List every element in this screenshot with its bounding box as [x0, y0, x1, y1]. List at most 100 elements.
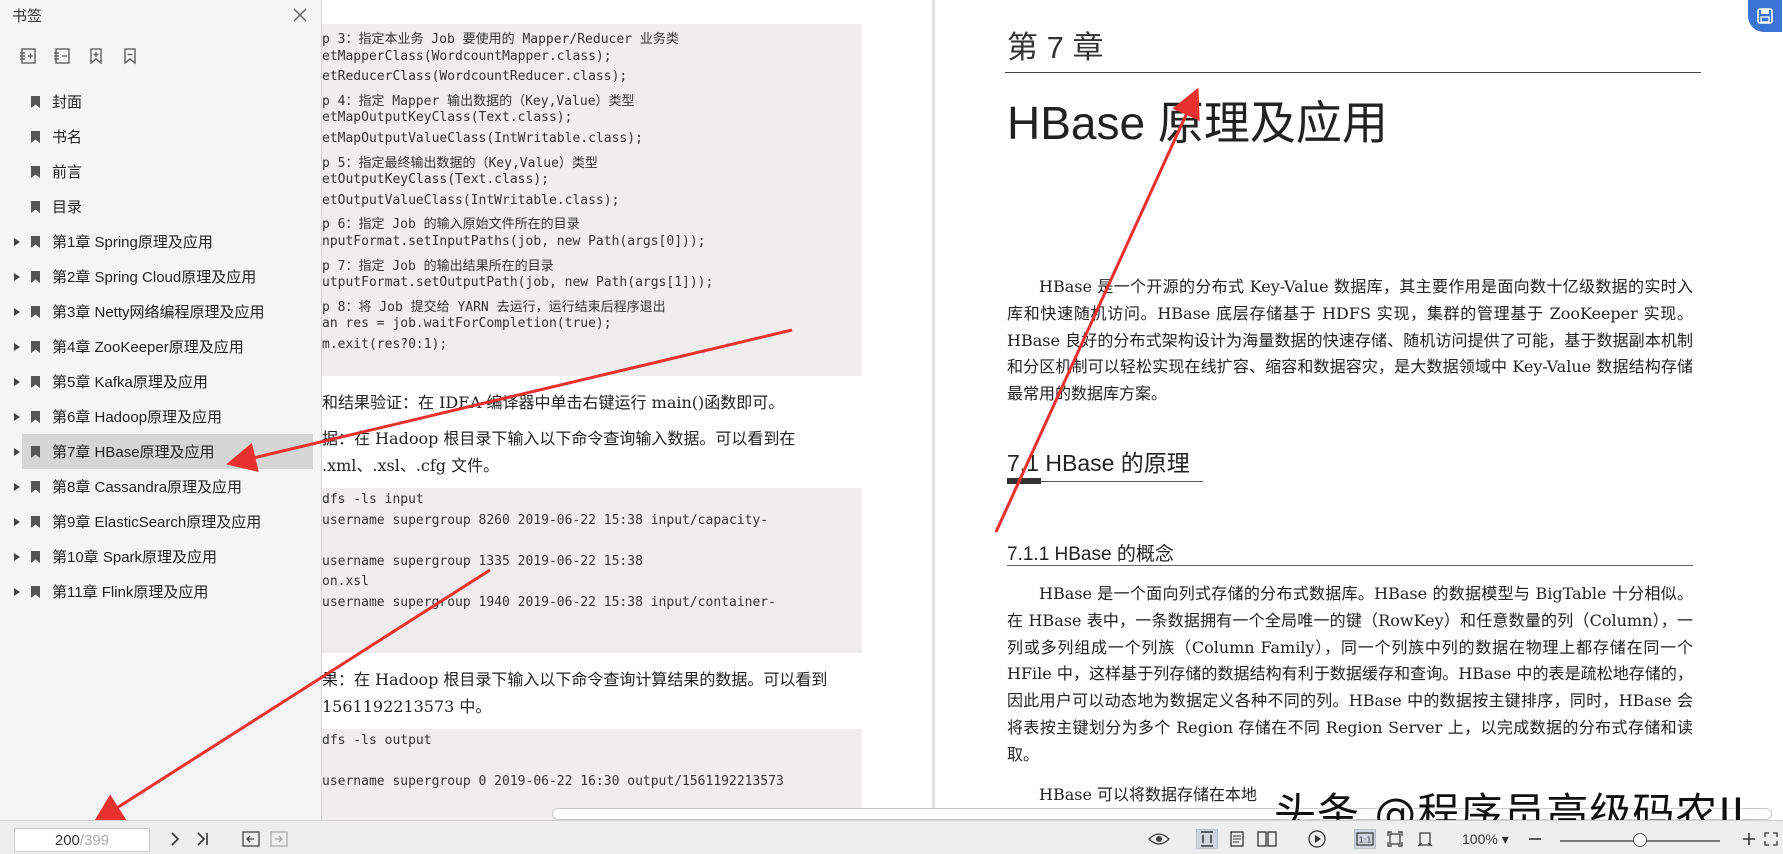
bookmark-icon: [30, 550, 44, 564]
paragraph: 和结果验证：在 IDEA 编译器中单击右键运行 main()函数即可。: [322, 393, 785, 412]
bookmark-icon: [30, 200, 44, 214]
code-line: username supergroup 8260 2019-06-22 15:3…: [322, 512, 769, 528]
code-line: an res = job.waitForCompletion(true);: [322, 316, 612, 332]
expand-arrow-icon[interactable]: [10, 482, 24, 492]
total-pages: /399: [79, 831, 110, 849]
subsection-heading: 7.1.1 HBase 的概念: [1007, 544, 1174, 565]
back-view-icon[interactable]: [240, 829, 262, 849]
bookmark-icon: [30, 165, 44, 179]
expand-arrow-icon[interactable]: [10, 377, 24, 387]
last-page-icon[interactable]: [192, 829, 214, 849]
bookmark-item-label: 第6章 Hadoop原理及应用: [52, 409, 223, 426]
bookmark-item[interactable]: 封面: [0, 84, 313, 119]
zoom-out-icon[interactable]: [1524, 829, 1546, 849]
expand-all-icon[interactable]: [16, 44, 40, 68]
bookmark-item[interactable]: 第9章 ElasticSearch原理及应用: [0, 504, 313, 539]
single-page-icon[interactable]: [1196, 829, 1218, 849]
collapse-all-icon[interactable]: [50, 44, 74, 68]
bookmark-item-label: 第3章 Netty网络编程原理及应用: [52, 304, 265, 321]
current-page: 200: [54, 831, 80, 849]
document-page-left: p 3：指定本业务 Job 要使用的 Mapper/Reducer 业务类 etM…: [322, 0, 932, 820]
paragraph: 果：在 Hadoop 根目录下输入以下命令查询计算结果的数据。可以看到: [322, 670, 828, 689]
subsection-rule: [1007, 565, 1693, 566]
bookmark-item-label: 目录: [52, 199, 83, 216]
bookmark-item[interactable]: 目录: [0, 189, 313, 224]
bookmark-icon: [30, 130, 44, 144]
chapter-rule: [1005, 72, 1701, 73]
forward-view-icon[interactable]: [268, 829, 290, 849]
fullscreen-icon[interactable]: [1760, 829, 1782, 849]
zoom-in-icon[interactable]: [1738, 829, 1760, 849]
bookmark-item-label: 封面: [52, 94, 83, 111]
code-line: p 5：指定最终输出数据的（Key,Value）类型: [322, 155, 598, 171]
bookmark-item-label: 前言: [52, 164, 83, 181]
next-page-icon[interactable]: [164, 829, 186, 849]
svg-text:1:1: 1:1: [1359, 836, 1372, 845]
expand-arrow-icon[interactable]: [10, 552, 24, 562]
bookmark-icon: [30, 270, 44, 284]
zoom-slider-handle[interactable]: [1633, 833, 1647, 847]
bookmark-item-label: 第1章 Spring原理及应用: [52, 234, 213, 251]
bookmark-icon: [30, 515, 44, 529]
expand-arrow-icon[interactable]: [10, 412, 24, 422]
bookmark-item[interactable]: 第7章 HBase原理及应用: [14, 434, 313, 469]
expand-arrow-icon[interactable]: [10, 587, 24, 597]
play-icon[interactable]: [1306, 829, 1328, 849]
bookmark-item[interactable]: 第11章 Flink原理及应用: [0, 574, 313, 609]
code-line: on.xsl: [322, 574, 369, 590]
bookmark-icon: [30, 480, 44, 494]
expand-arrow-icon[interactable]: [10, 237, 24, 247]
paragraph: .xml、.xsl、.cfg 文件。: [322, 456, 500, 475]
bookmark-icon: [30, 375, 44, 389]
section-heading: 7.1 HBase 的原理: [1007, 450, 1190, 476]
eye-icon[interactable]: [1148, 829, 1170, 849]
expand-arrow-icon[interactable]: [10, 307, 24, 317]
expand-arrow-icon[interactable]: [10, 517, 24, 527]
continuous-page-icon[interactable]: [1226, 829, 1248, 849]
bookmark-item[interactable]: 第3章 Netty网络编程原理及应用: [0, 294, 313, 329]
actual-size-icon[interactable]: 1:1: [1354, 829, 1376, 849]
bookmark-item[interactable]: 第8章 Cassandra原理及应用: [0, 469, 313, 504]
code-line: p 3：指定本业务 Job 要使用的 Mapper/Reducer 业务类: [322, 32, 679, 47]
bookmark-item-label: 第10章 Spark原理及应用: [52, 549, 218, 566]
close-icon[interactable]: [289, 4, 311, 26]
fit-page-icon[interactable]: [1384, 829, 1406, 849]
code-block: dfs -ls output username supergroup 0 201…: [322, 729, 862, 820]
bookmark-item[interactable]: 书名: [0, 119, 313, 154]
bookmark-icon[interactable]: [118, 44, 142, 68]
code-line: p 4：指定 Mapper 输出数据的（Key,Value）类型: [322, 93, 635, 109]
bookmark-icon: [30, 445, 44, 459]
bookmark-item[interactable]: 第10章 Spark原理及应用: [0, 539, 313, 574]
two-page-icon[interactable]: [1256, 829, 1278, 849]
code-line: dfs -ls input: [322, 492, 424, 507]
bookmark-item-label: 第11章 Flink原理及应用: [52, 584, 209, 601]
bookmark-toolbar: [0, 30, 321, 82]
fit-width-icon[interactable]: [1414, 829, 1436, 849]
paragraph: 据：在 Hadoop 根目录下输入以下命令查询输入数据。可以看到在: [322, 429, 796, 448]
bookmark-item[interactable]: 第2章 Spring Cloud原理及应用: [0, 259, 313, 294]
code-line: etMapOutputKeyClass(Text.class);: [322, 110, 573, 126]
add-bookmark-icon[interactable]: [84, 44, 108, 68]
expand-arrow-icon[interactable]: [10, 272, 24, 282]
chapter-title: HBase 原理及应用: [1007, 97, 1388, 149]
expand-arrow-icon[interactable]: [10, 447, 24, 457]
code-line: etReducerClass(WordcountReducer.class);: [322, 69, 628, 85]
bookmark-panel-header: 书签: [0, 0, 321, 30]
bookmark-item[interactable]: 第5章 Kafka原理及应用: [0, 364, 313, 399]
code-line: etOutputKeyClass(Text.class);: [322, 172, 549, 188]
bookmark-item[interactable]: 第1章 Spring原理及应用: [0, 224, 313, 259]
zoom-level[interactable]: 100% ▾: [1462, 831, 1509, 848]
bookmark-icon: [30, 340, 44, 354]
page-number-input[interactable]: 200/399: [14, 828, 150, 852]
bookmark-panel: 书签 封面书名前言目录第1章 Spring原理及应用第2章 Spring Clo…: [0, 0, 322, 820]
bookmark-item[interactable]: 第4章 ZooKeeper原理及应用: [0, 329, 313, 364]
code-line: etMapOutputValueClass(IntWritable.class)…: [322, 130, 643, 146]
code-line: utputFormat.setOutputPath(job, new Path(…: [322, 275, 714, 291]
bookmark-item-label: 第7章 HBase原理及应用: [52, 444, 215, 461]
bookmark-item[interactable]: 第6章 Hadoop原理及应用: [0, 399, 313, 434]
bookmark-item[interactable]: 前言: [0, 154, 313, 189]
document-viewport[interactable]: p 3：指定本业务 Job 要使用的 Mapper/Reducer 业务类 etM…: [322, 0, 1783, 820]
save-icon[interactable]: [1748, 0, 1782, 32]
expand-arrow-icon[interactable]: [10, 342, 24, 352]
